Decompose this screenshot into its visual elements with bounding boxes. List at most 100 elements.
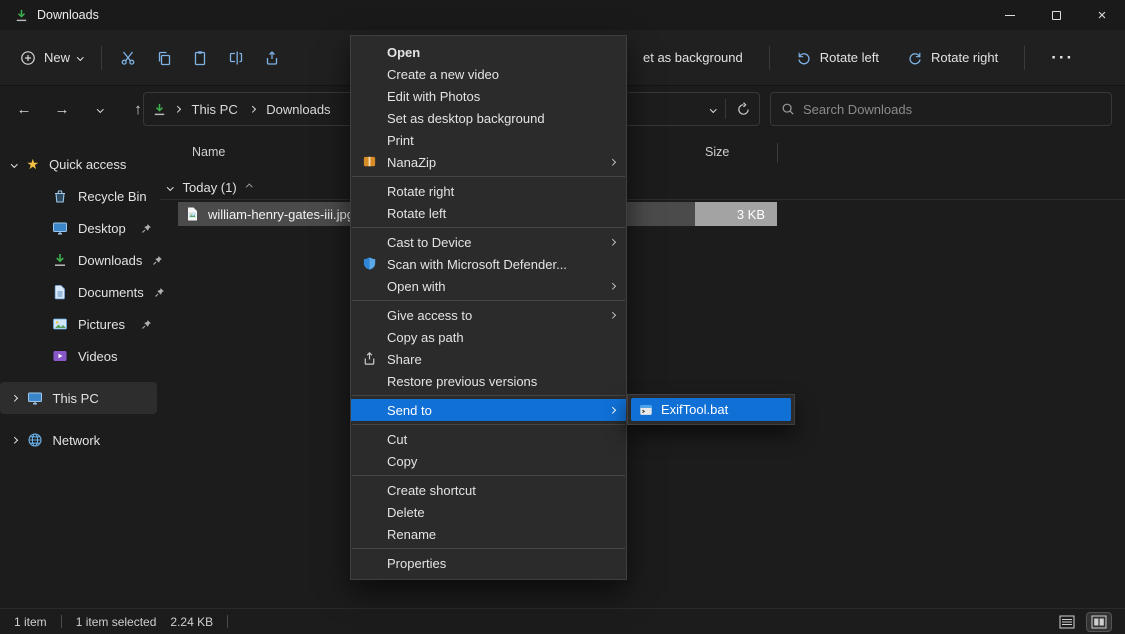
menu-separator	[352, 548, 625, 549]
breadcrumb-this-pc[interactable]: This PC	[188, 99, 242, 120]
menu-item-rotate-right[interactable]: Rotate right	[351, 180, 626, 202]
menu-item-give-access-to[interactable]: Give access to	[351, 304, 626, 326]
submenu-item-exiftool[interactable]: ExifTool.bat	[631, 398, 791, 421]
status-separator	[61, 615, 62, 628]
menu-item-label: Rotate right	[387, 184, 454, 199]
menu-item-set-as-desktop-background[interactable]: Set as desktop background	[351, 107, 626, 129]
sidebar-item-downloads[interactable]: Downloads	[0, 244, 160, 276]
submenu-arrow-icon	[609, 407, 615, 413]
group-collapse-icon[interactable]	[246, 184, 252, 190]
sidebar-item-pictures[interactable]: Pictures	[0, 308, 160, 340]
menu-item-scan-with-defender[interactable]: Scan with Microsoft Defender...	[351, 253, 626, 275]
menu-item-create-a-new-video[interactable]: Create a new video	[351, 63, 626, 85]
group-header-today[interactable]: Today (1)	[160, 176, 1125, 200]
menu-item-rotate-left[interactable]: Rotate left	[351, 202, 626, 224]
menu-item-cut[interactable]: Cut	[351, 428, 626, 450]
menu-item-share[interactable]: Share	[351, 348, 626, 370]
address-downloads-icon	[152, 102, 167, 117]
menu-item-label: NanaZip	[387, 155, 436, 170]
menu-item-cast-to-device[interactable]: Cast to Device	[351, 231, 626, 253]
pin-icon	[141, 223, 152, 234]
exiftool-icon	[639, 403, 653, 417]
sidebar-item-quick-access[interactable]: ★ Quick access	[0, 148, 160, 180]
menu-item-edit-with-photos[interactable]: Edit with Photos	[351, 85, 626, 107]
minimize-icon	[1005, 15, 1015, 16]
menu-item-delete[interactable]: Delete	[351, 501, 626, 523]
menu-item-open-with[interactable]: Open with	[351, 275, 626, 297]
minimize-button[interactable]	[987, 0, 1033, 30]
back-button[interactable]: ←	[10, 95, 38, 123]
breadcrumb-downloads[interactable]: Downloads	[262, 99, 334, 120]
rotate-right-icon	[907, 50, 923, 66]
menu-item-restore-previous-versions[interactable]: Restore previous versions	[351, 370, 626, 392]
address-bar-divider	[725, 99, 726, 119]
column-divider[interactable]	[777, 143, 778, 163]
rotate-left-button[interactable]: Rotate left	[786, 43, 889, 73]
chevron-right-icon[interactable]	[11, 395, 17, 401]
menu-item-copy[interactable]: Copy	[351, 450, 626, 472]
documents-icon	[52, 284, 68, 300]
rotate-left-label: Rotate left	[820, 50, 879, 65]
desktop-icon	[52, 220, 68, 236]
share-icon	[264, 50, 280, 66]
menu-item-open[interactable]: Open	[351, 41, 626, 63]
search-input[interactable]	[803, 102, 1101, 117]
file-size-cell: 3 KB	[695, 202, 777, 226]
paste-button[interactable]	[182, 43, 218, 73]
sidebar-item-desktop[interactable]: Desktop	[0, 212, 160, 244]
set-as-background-button[interactable]: et as background	[633, 43, 753, 72]
sidebar-item-recycle-bin[interactable]: Recycle Bin	[0, 180, 160, 212]
rotate-right-button[interactable]: Rotate right	[897, 43, 1008, 73]
menu-item-create-shortcut[interactable]: Create shortcut	[351, 479, 626, 501]
menu-item-properties[interactable]: Properties	[351, 552, 626, 574]
sidebar-item-network[interactable]: Network	[0, 424, 160, 456]
menu-item-label: Share	[387, 352, 422, 367]
file-list: Name Size Today (1) william-henry-gates-…	[160, 132, 1125, 608]
sidebar-item-documents[interactable]: Documents	[0, 276, 160, 308]
column-header-name[interactable]: Name	[192, 145, 225, 159]
menu-item-rename[interactable]: Rename	[351, 523, 626, 545]
submenu-arrow-icon	[609, 239, 615, 245]
more-options-button[interactable]: ···	[1041, 41, 1084, 75]
maximize-button[interactable]	[1033, 0, 1079, 30]
view-toggle-group	[1055, 613, 1111, 631]
menu-item-label: Properties	[387, 556, 446, 571]
menu-item-label: Scan with Microsoft Defender...	[387, 257, 567, 272]
cut-button[interactable]	[110, 43, 146, 73]
group-expand-icon[interactable]	[167, 184, 173, 190]
menu-item-print[interactable]: Print	[351, 129, 626, 151]
column-header-size[interactable]: Size	[705, 145, 729, 159]
menu-item-label: Restore previous versions	[387, 374, 537, 389]
sidebar-gap	[0, 372, 160, 382]
menu-item-send-to[interactable]: Send to	[351, 399, 626, 421]
copy-button[interactable]	[146, 43, 182, 73]
menu-item-copy-as-path[interactable]: Copy as path	[351, 326, 626, 348]
refresh-button[interactable]	[736, 102, 751, 117]
recent-locations-button[interactable]	[86, 95, 114, 123]
menu-separator	[352, 300, 625, 301]
menu-item-label: Send to	[387, 403, 432, 418]
sidebar-item-this-pc[interactable]: This PC	[0, 382, 157, 414]
forward-button[interactable]: →	[48, 95, 76, 123]
share-button[interactable]	[254, 43, 290, 73]
chevron-down-icon	[77, 54, 83, 60]
chevron-down-icon[interactable]	[11, 161, 17, 167]
rename-button[interactable]	[218, 43, 254, 73]
new-button-label: New	[44, 50, 70, 65]
menu-item-label: Set as desktop background	[387, 111, 545, 126]
chevron-right-icon[interactable]	[11, 437, 17, 443]
submenu-arrow-icon	[609, 283, 615, 289]
large-icons-view-button[interactable]	[1087, 613, 1111, 631]
menu-item-nanazip[interactable]: NanaZip	[351, 151, 626, 173]
toolbar-separator	[769, 46, 770, 70]
address-dropdown-icon[interactable]	[710, 106, 716, 112]
menu-item-label: Copy	[387, 454, 417, 469]
pictures-icon	[52, 316, 68, 332]
details-view-button[interactable]	[1055, 613, 1079, 631]
window-controls: ×	[987, 0, 1125, 30]
sidebar-item-videos[interactable]: Videos	[0, 340, 160, 372]
star-icon: ★	[27, 156, 40, 173]
up-icon: ↑	[134, 101, 142, 118]
new-button[interactable]: New	[10, 43, 93, 73]
close-button[interactable]: ×	[1079, 0, 1125, 30]
